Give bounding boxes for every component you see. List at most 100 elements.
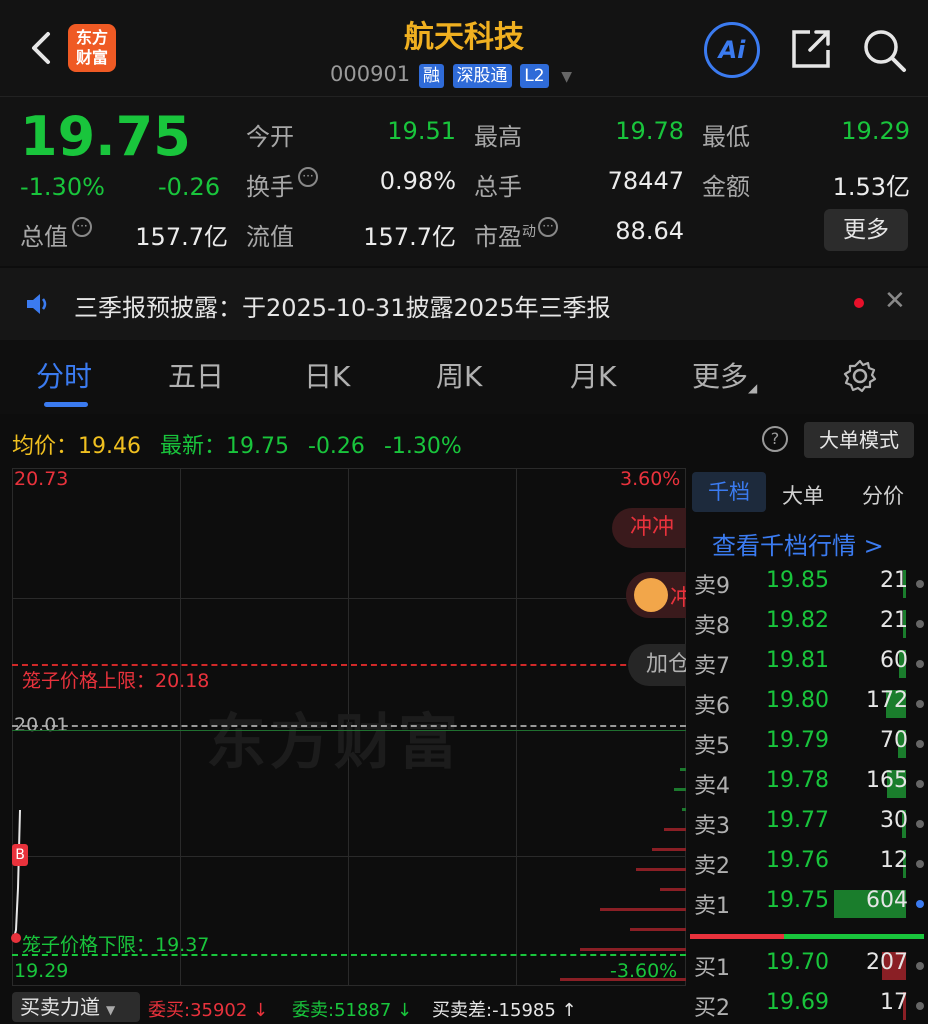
intraday-chart[interactable]: 东方财富 20.73 3.60% 笼子价格上限：20.18 20.01 笼子价格… bbox=[0, 468, 686, 988]
tab-week-k[interactable]: 周K bbox=[436, 355, 482, 395]
level-price: 19.85 bbox=[766, 568, 829, 593]
big-order-mode-button[interactable]: 大单模式 bbox=[804, 422, 914, 458]
high-value: 19.78 bbox=[615, 117, 684, 145]
ask-level-3[interactable]: 卖7 19.81 60 bbox=[686, 644, 928, 684]
mascot-pill[interactable]: 冲 bbox=[626, 572, 686, 618]
help-icon[interactable]: ? bbox=[762, 426, 788, 452]
last-price: 19.75 bbox=[20, 105, 191, 168]
low-value: 19.29 bbox=[841, 117, 910, 145]
level-volume: 21 bbox=[880, 568, 908, 593]
info-icon[interactable]: ··· bbox=[538, 217, 558, 237]
level-volume: 70 bbox=[880, 728, 908, 753]
float-cap-label: 流值 bbox=[246, 223, 294, 251]
level-dot bbox=[916, 962, 924, 970]
ask-level-7[interactable]: 卖3 19.77 30 bbox=[686, 804, 928, 844]
force-dropdown[interactable]: 买卖力道 ▼ bbox=[12, 992, 140, 1022]
level-dot bbox=[916, 900, 924, 908]
more-button[interactable]: 更多 bbox=[824, 209, 908, 251]
promo-pill-text: 冲冲 bbox=[630, 515, 675, 540]
level-dot bbox=[916, 580, 924, 588]
tab-five-day[interactable]: 五日 bbox=[168, 355, 224, 395]
pe-label-sup: 动 bbox=[522, 224, 536, 240]
level-volume: 60 bbox=[880, 648, 908, 673]
latest-value: 19.75 bbox=[226, 434, 289, 459]
bid-level-2[interactable]: 买2 19.69 17 bbox=[686, 986, 928, 1024]
orderbook-tabs: 千档 大单 分价 bbox=[686, 472, 928, 512]
level-price: 19.69 bbox=[766, 990, 829, 1015]
tab-intraday[interactable]: 分时 bbox=[36, 355, 92, 395]
latest-label: 最新： bbox=[160, 434, 227, 459]
level-label: 卖2 bbox=[694, 854, 730, 879]
promo-pill[interactable]: 冲冲 bbox=[612, 508, 686, 548]
turnover-value: 0.98% bbox=[379, 167, 456, 195]
pe-label: 市盈动 ··· bbox=[474, 217, 558, 252]
bid-level-1[interactable]: 买1 19.70 207 bbox=[686, 946, 928, 986]
tab-more[interactable]: 更多◢ bbox=[692, 355, 757, 395]
caret-down-icon[interactable]: ▼ bbox=[561, 69, 572, 85]
add-position-pill[interactable]: 加仓 bbox=[628, 644, 686, 686]
level-price: 19.70 bbox=[766, 950, 829, 975]
ask-level-8[interactable]: 卖2 19.76 12 bbox=[686, 844, 928, 884]
tab-price-distribution[interactable]: 分价 bbox=[862, 480, 904, 510]
level-price: 19.78 bbox=[766, 768, 829, 793]
ai-button[interactable]: Ai bbox=[704, 22, 760, 78]
level-label: 卖8 bbox=[694, 614, 730, 639]
ask-level-2[interactable]: 卖8 19.82 21 bbox=[686, 604, 928, 644]
level-volume: 207 bbox=[866, 950, 908, 975]
info-icon[interactable]: ··· bbox=[72, 217, 92, 237]
change-amount: -0.26 bbox=[158, 173, 221, 201]
tag-connect: 深股通 bbox=[452, 64, 512, 88]
close-icon[interactable]: ✕ bbox=[884, 286, 906, 316]
tab-big-orders[interactable]: 大单 bbox=[782, 480, 824, 510]
tab-day-k[interactable]: 日K bbox=[304, 355, 350, 395]
low-label: 最低 bbox=[702, 123, 750, 151]
stock-meta: 000901 融 深股通 L2 ▼ bbox=[330, 62, 572, 88]
market-cap-label: 总值 ··· bbox=[20, 217, 92, 252]
level-volume: 12 bbox=[880, 848, 908, 873]
level-label: 卖1 bbox=[694, 894, 730, 919]
info-icon[interactable]: ··· bbox=[298, 167, 318, 187]
level-dot bbox=[916, 700, 924, 708]
view-depth-link[interactable]: 查看千档行情 > bbox=[712, 526, 884, 561]
search-button[interactable] bbox=[860, 26, 908, 74]
open-value: 19.51 bbox=[387, 117, 456, 145]
ask-level-4[interactable]: 卖6 19.80 172 bbox=[686, 684, 928, 724]
level-label: 卖9 bbox=[694, 574, 730, 599]
level-dot bbox=[916, 1002, 924, 1010]
force-dropdown-label: 买卖力道 bbox=[20, 995, 100, 1019]
ask-level-5[interactable]: 卖5 19.79 70 bbox=[686, 724, 928, 764]
level-dot bbox=[916, 820, 924, 828]
level-dot bbox=[916, 780, 924, 788]
level-volume: 604 bbox=[866, 888, 908, 913]
settings-icon[interactable] bbox=[842, 358, 878, 394]
tab-thousand-depth[interactable]: 千档 bbox=[692, 472, 766, 512]
chart-info-bar: 均价：19.46 最新：19.75 -0.26 -1.30% ? 大单模式 bbox=[0, 416, 928, 466]
ask-level-1[interactable]: 卖9 19.85 21 bbox=[686, 564, 928, 604]
buy-marker[interactable]: B bbox=[12, 844, 28, 866]
ask-level-6[interactable]: 卖4 19.78 165 bbox=[686, 764, 928, 804]
level-dot bbox=[916, 860, 924, 868]
unread-dot bbox=[854, 298, 864, 308]
tab-active-indicator bbox=[44, 402, 88, 407]
order-force-bar: 买卖力道 ▼ 委买:35902 ↓ 委卖:51887 ↓ 买卖差:-15985 ↑ bbox=[0, 990, 686, 1024]
market-cap-label-text: 总值 bbox=[20, 223, 68, 251]
level-volume: 172 bbox=[866, 688, 908, 713]
level-price: 19.79 bbox=[766, 728, 829, 753]
level-volume: 17 bbox=[880, 990, 908, 1015]
ask-level-9[interactable]: 卖1 19.75 604 bbox=[686, 884, 928, 924]
notice-bar[interactable]: 三季报预披露：于2025-10-31披露2025年三季报 ✕ bbox=[0, 268, 928, 340]
avg-value: 19.46 bbox=[78, 434, 141, 459]
quote-panel: 19.75 -1.30% -0.26 今开 19.51 最高 19.78 最低 … bbox=[0, 96, 928, 266]
level-dot bbox=[916, 740, 924, 748]
level-volume: 165 bbox=[866, 768, 908, 793]
level-price: 19.75 bbox=[766, 888, 829, 913]
share-button[interactable] bbox=[788, 26, 834, 72]
level-label: 卖7 bbox=[694, 654, 730, 679]
tab-month-k[interactable]: 月K bbox=[570, 355, 616, 395]
level-label: 卖4 bbox=[694, 774, 730, 799]
level-label: 卖6 bbox=[694, 694, 730, 719]
turnover-label: 换手 ··· bbox=[246, 167, 318, 202]
order-diff: 买卖差:-15985 ↑ bbox=[432, 1000, 577, 1021]
open-label: 今开 bbox=[246, 123, 294, 151]
change-percent: -1.30% bbox=[20, 173, 105, 201]
